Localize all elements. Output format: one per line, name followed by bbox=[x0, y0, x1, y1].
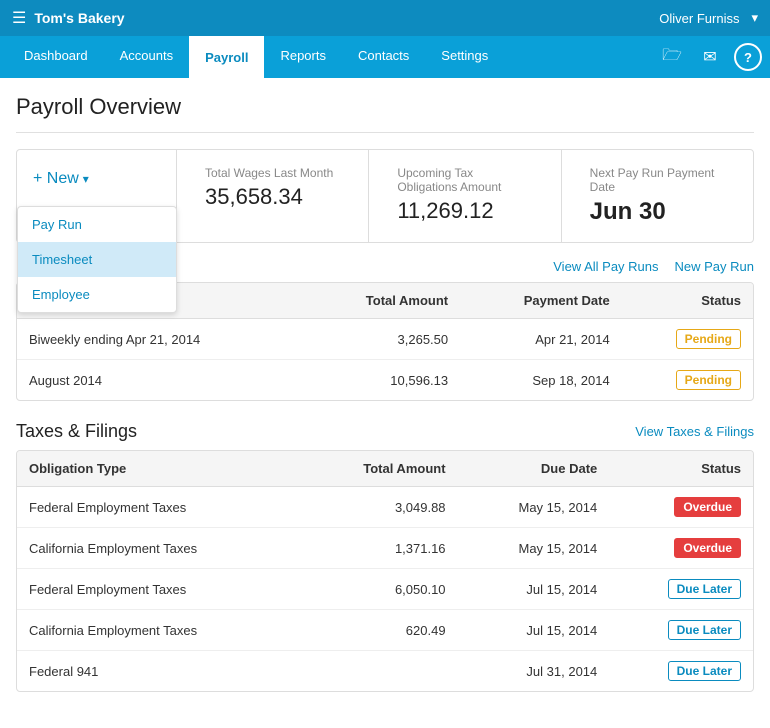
help-icon[interactable]: ? bbox=[734, 43, 762, 71]
user-name[interactable]: Oliver Furniss bbox=[659, 11, 739, 26]
nav-contacts[interactable]: Contacts bbox=[342, 36, 425, 78]
taxes-header-row: Obligation Type Total Amount Due Date St… bbox=[17, 451, 753, 487]
tax-obligations-value: 11,269.12 bbox=[397, 198, 532, 224]
taxes-table-wrap: Obligation Type Total Amount Due Date St… bbox=[16, 450, 754, 692]
row-obligation-type: Federal 941 bbox=[17, 651, 301, 692]
row-due-date: Jul 15, 2014 bbox=[458, 569, 610, 610]
row-obligation-type: California Employment Taxes bbox=[17, 528, 301, 569]
row-tax-total-amount: 1,371.16 bbox=[301, 528, 458, 569]
col-due-date: Due Date bbox=[458, 451, 610, 487]
status-badge: Due Later bbox=[668, 579, 741, 599]
col-obligation-type: Obligation Type bbox=[17, 451, 301, 487]
chevron-down-icon: ▾ bbox=[751, 10, 758, 26]
top-bar-right: Oliver Furniss ▾ bbox=[659, 10, 758, 26]
page-content: Payroll Overview + New ▾ Pay Run Timeshe… bbox=[0, 78, 770, 728]
stat-next-pay: Next Pay Run Payment Date Jun 30 bbox=[562, 150, 753, 242]
mail-icon[interactable]: ✉ bbox=[696, 43, 724, 71]
table-row: California Employment Taxes 1,371.16 May… bbox=[17, 528, 753, 569]
page-title: Payroll Overview bbox=[16, 94, 754, 133]
nav-reports[interactable]: Reports bbox=[264, 36, 342, 78]
nav-dashboard[interactable]: Dashboard bbox=[8, 36, 104, 78]
row-status: Pending bbox=[622, 360, 753, 401]
new-pay-run-button[interactable]: New Pay Run bbox=[675, 259, 754, 274]
table-row: Federal Employment Taxes 6,050.10 Jul 15… bbox=[17, 569, 753, 610]
hamburger-icon[interactable]: ☰ bbox=[12, 8, 26, 28]
stat-total-wages: Total Wages Last Month 35,658.34 bbox=[177, 150, 369, 242]
status-badge: Due Later bbox=[668, 620, 741, 640]
row-tax-total-amount bbox=[301, 651, 458, 692]
view-all-pay-runs-button[interactable]: View All Pay Runs bbox=[553, 259, 658, 274]
col-tax-total-amount: Total Amount bbox=[301, 451, 458, 487]
row-tax-status: Due Later bbox=[609, 651, 753, 692]
status-badge: Due Later bbox=[668, 661, 741, 681]
row-due-date: Jul 15, 2014 bbox=[458, 610, 610, 651]
status-badge: Pending bbox=[676, 329, 741, 349]
pay-runs-links: View All Pay Runs New Pay Run bbox=[553, 259, 754, 274]
nav-icons: 🗁 ✉ ? bbox=[658, 36, 762, 78]
row-obligation-type: Federal Employment Taxes bbox=[17, 569, 301, 610]
row-payment-date: Sep 18, 2014 bbox=[460, 360, 622, 401]
col-status: Status bbox=[622, 283, 753, 319]
row-due-date: May 15, 2014 bbox=[458, 487, 610, 528]
nav-settings[interactable]: Settings bbox=[425, 36, 504, 78]
status-badge: Overdue bbox=[674, 538, 741, 558]
table-row: August 2014 10,596.13 Sep 18, 2014 Pendi… bbox=[17, 360, 753, 401]
nav-payroll[interactable]: Payroll bbox=[189, 36, 264, 78]
total-wages-label: Total Wages Last Month bbox=[205, 166, 340, 180]
dropdown-employee[interactable]: Employee bbox=[18, 277, 176, 312]
row-obligation-type: California Employment Taxes bbox=[17, 610, 301, 651]
next-pay-value: Jun 30 bbox=[590, 198, 725, 226]
app-name: Tom's Bakery bbox=[34, 10, 124, 26]
row-obligation-type: Federal Employment Taxes bbox=[17, 487, 301, 528]
col-total-amount: Total Amount bbox=[304, 283, 460, 319]
row-total-amount: 10,596.13 bbox=[304, 360, 460, 401]
top-bar-left: ☰ Tom's Bakery bbox=[12, 8, 125, 28]
next-pay-label: Next Pay Run Payment Date bbox=[590, 166, 725, 194]
view-taxes-button[interactable]: View Taxes & Filings bbox=[635, 424, 754, 439]
row-tax-status: Due Later bbox=[609, 569, 753, 610]
taxes-table: Obligation Type Total Amount Due Date St… bbox=[17, 451, 753, 691]
folder-icon[interactable]: 🗁 bbox=[658, 43, 686, 71]
row-tax-total-amount: 3,049.88 bbox=[301, 487, 458, 528]
row-tax-total-amount: 6,050.10 bbox=[301, 569, 458, 610]
row-description: Biweekly ending Apr 21, 2014 bbox=[17, 319, 304, 360]
row-total-amount: 3,265.50 bbox=[304, 319, 460, 360]
total-wages-value: 35,658.34 bbox=[205, 184, 340, 210]
row-payment-date: Apr 21, 2014 bbox=[460, 319, 622, 360]
table-row: California Employment Taxes 620.49 Jul 1… bbox=[17, 610, 753, 651]
row-tax-status: Overdue bbox=[609, 487, 753, 528]
row-description: August 2014 bbox=[17, 360, 304, 401]
top-bar: ☰ Tom's Bakery Oliver Furniss ▾ bbox=[0, 0, 770, 36]
status-badge: Pending bbox=[676, 370, 741, 390]
table-row: Federal 941 Jul 31, 2014 Due Later bbox=[17, 651, 753, 692]
status-badge: Overdue bbox=[674, 497, 741, 517]
new-dropdown: Pay Run Timesheet Employee bbox=[17, 206, 177, 313]
dropdown-timesheet[interactable]: Timesheet bbox=[18, 242, 176, 277]
col-payment-date: Payment Date bbox=[460, 283, 622, 319]
row-tax-status: Due Later bbox=[609, 610, 753, 651]
table-row: Federal Employment Taxes 3,049.88 May 15… bbox=[17, 487, 753, 528]
nav-bar: Dashboard Accounts Payroll Reports Conta… bbox=[0, 36, 770, 78]
new-button[interactable]: + New ▾ bbox=[33, 170, 89, 188]
caret-icon: ▾ bbox=[83, 172, 89, 186]
nav-accounts[interactable]: Accounts bbox=[104, 36, 189, 78]
row-status: Pending bbox=[622, 319, 753, 360]
new-label: + New bbox=[33, 170, 79, 188]
table-row: Biweekly ending Apr 21, 2014 3,265.50 Ap… bbox=[17, 319, 753, 360]
row-due-date: May 15, 2014 bbox=[458, 528, 610, 569]
tax-obligations-label: Upcoming Tax Obligations Amount bbox=[397, 166, 532, 194]
row-due-date: Jul 31, 2014 bbox=[458, 651, 610, 692]
dropdown-payrun[interactable]: Pay Run bbox=[18, 207, 176, 242]
stats-row: + New ▾ Pay Run Timesheet Employee Total… bbox=[16, 149, 754, 243]
row-tax-total-amount: 620.49 bbox=[301, 610, 458, 651]
taxes-header: Taxes & Filings View Taxes & Filings bbox=[16, 421, 754, 442]
row-tax-status: Overdue bbox=[609, 528, 753, 569]
new-btn-area: + New ▾ Pay Run Timesheet Employee bbox=[17, 150, 177, 242]
col-tax-status: Status bbox=[609, 451, 753, 487]
stat-tax-obligations: Upcoming Tax Obligations Amount 11,269.1… bbox=[369, 150, 561, 242]
taxes-title: Taxes & Filings bbox=[16, 421, 137, 442]
